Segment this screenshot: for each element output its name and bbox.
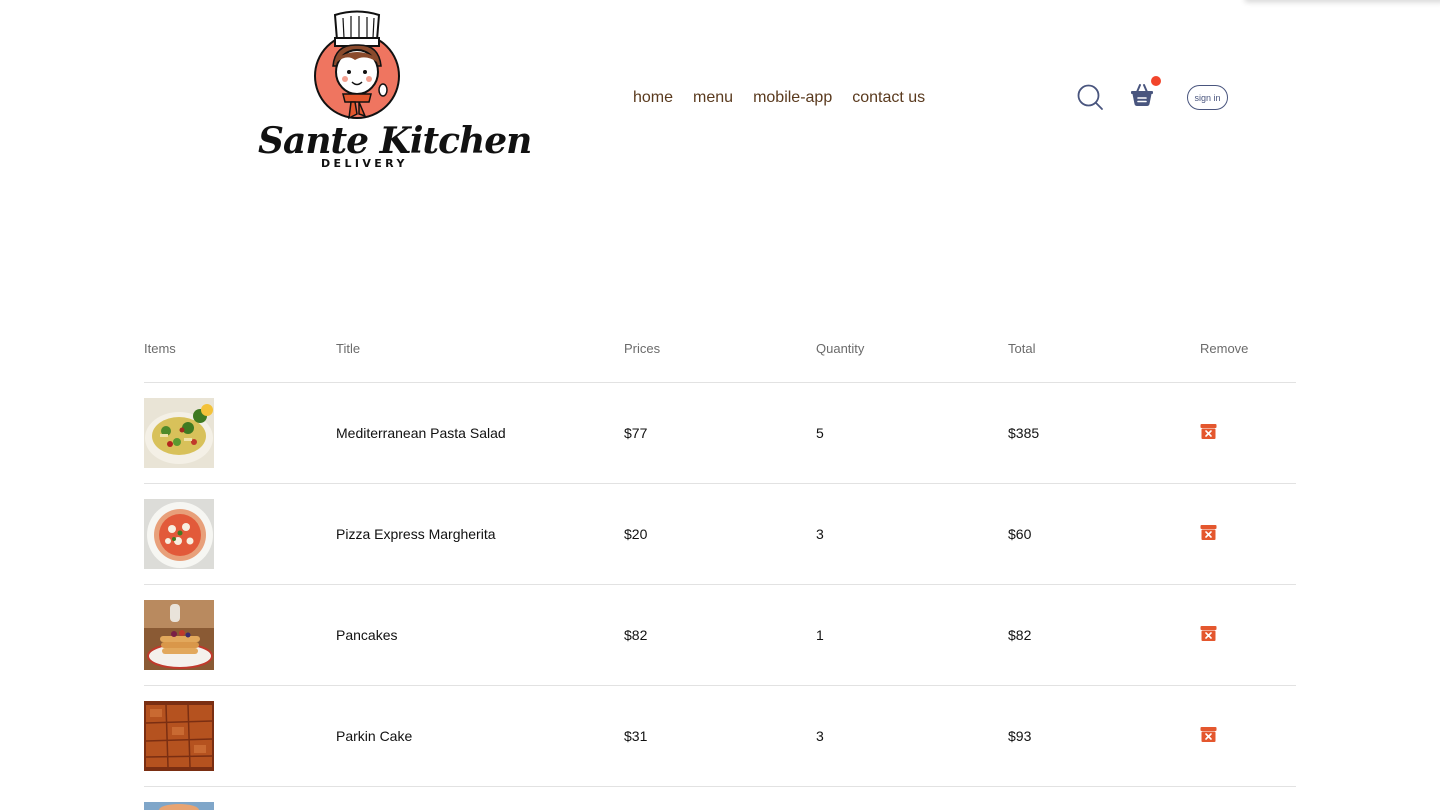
header-remove: Remove <box>1200 341 1249 356</box>
brand-subtitle: DELIVERY <box>321 157 408 170</box>
nav-home[interactable]: home <box>633 86 673 110</box>
cart-table: Items Title Prices Quantity Total Remove… <box>144 336 1296 802</box>
divider <box>144 786 1296 787</box>
header-quantity: Quantity <box>816 341 865 356</box>
brand-name: Sante Kitchen <box>258 120 532 162</box>
item-quantity: 1 <box>816 627 824 643</box>
cart-row: Parkin Cake $31 3 $93 <box>144 701 1296 771</box>
cart-header-row: Items Title Prices Quantity Total Remove <box>144 336 1296 361</box>
remove-icon[interactable] <box>1200 423 1217 440</box>
divider <box>144 382 1296 383</box>
item-price: $20 <box>624 526 648 542</box>
food-image-pancakes <box>144 600 214 670</box>
remove-icon[interactable] <box>1200 625 1217 642</box>
food-image-partial <box>144 802 214 810</box>
header-title: Title <box>336 341 361 356</box>
item-total: $60 <box>1008 526 1032 542</box>
item-quantity: 5 <box>816 425 824 441</box>
food-image-pizza <box>144 499 214 569</box>
item-price: $82 <box>624 627 648 643</box>
cart-notification-dot <box>1151 76 1161 86</box>
header-items: Items <box>144 341 176 356</box>
divider <box>144 685 1296 686</box>
food-image-parkin-cake <box>144 701 214 771</box>
header-prices: Prices <box>624 341 661 356</box>
nav-mobile-app[interactable]: mobile-app <box>753 86 832 110</box>
main-nav: home menu mobile-app contact us <box>633 86 925 110</box>
chef-mascot-icon <box>314 10 400 120</box>
item-title: Parkin Cake <box>336 728 413 744</box>
remove-icon[interactable] <box>1200 524 1217 541</box>
divider <box>144 483 1296 484</box>
nav-contact-us[interactable]: contact us <box>852 86 925 110</box>
item-title: Pancakes <box>336 627 398 643</box>
remove-icon[interactable] <box>1200 726 1217 743</box>
item-title: Pizza Express Margherita <box>336 526 496 542</box>
search-icon[interactable] <box>1076 83 1104 111</box>
item-total: $82 <box>1008 627 1032 643</box>
nav-menu[interactable]: menu <box>693 86 733 110</box>
sign-in-button[interactable]: sign in <box>1187 85 1228 110</box>
item-total: $93 <box>1008 728 1032 744</box>
item-price: $77 <box>624 425 648 441</box>
item-title: Mediterranean Pasta Salad <box>336 425 506 441</box>
item-quantity: 3 <box>816 728 824 744</box>
cart-row: Mediterranean Pasta Salad $77 5 $385 <box>144 398 1296 468</box>
divider <box>144 584 1296 585</box>
basket-icon[interactable] <box>1129 82 1155 108</box>
cart-row: Pancakes $82 1 $82 <box>144 600 1296 670</box>
logo[interactable]: Sante Kitchen DELIVERY <box>255 10 532 175</box>
header-total: Total <box>1008 341 1036 356</box>
item-total: $385 <box>1008 425 1040 441</box>
item-price: $31 <box>624 728 648 744</box>
cart-row: Pizza Express Margherita $20 3 $60 <box>144 499 1296 569</box>
food-image-pasta-salad <box>144 398 214 468</box>
item-quantity: 3 <box>816 526 824 542</box>
